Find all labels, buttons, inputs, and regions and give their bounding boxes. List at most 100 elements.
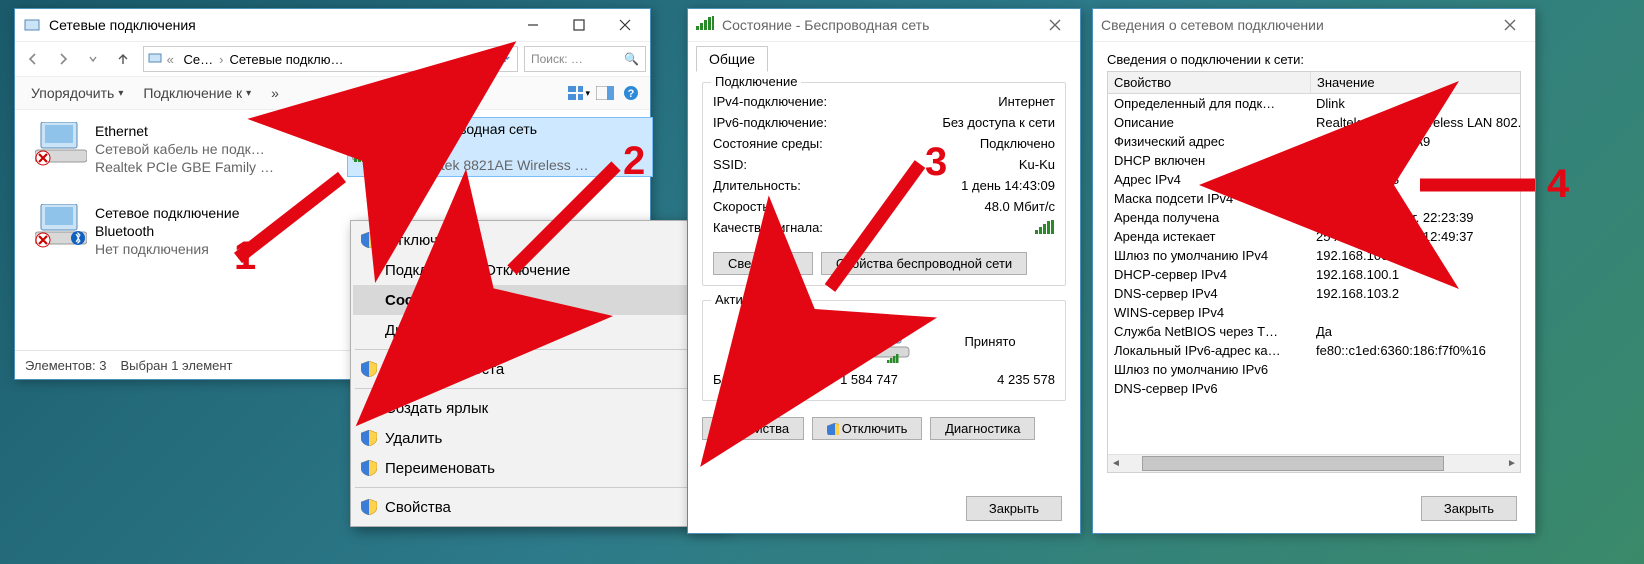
menu-create-shortcut[interactable]: Создать ярлык xyxy=(353,393,723,423)
menu-bridge[interactable]: Настройка моста xyxy=(353,354,723,384)
table-row[interactable]: ОписаниеRealtek 8821AE Wireless LAN 802.… xyxy=(1108,113,1520,132)
forward-button[interactable] xyxy=(49,45,77,73)
prop-value: Dlink xyxy=(1310,94,1520,113)
menu-diagnostics[interactable]: Диагностика xyxy=(353,315,723,345)
preview-pane-toggle[interactable] xyxy=(594,82,616,104)
menu-status[interactable]: Состояние xyxy=(353,285,723,315)
prop-key: SSID: xyxy=(713,157,747,172)
prop-key: DHCP-сервер IPv4 xyxy=(1108,265,1310,284)
prop-key: Аренда истекает xyxy=(1108,227,1310,246)
table-row[interactable]: Локальный IPv6-адрес ка…fe80::c1ed:6360:… xyxy=(1108,341,1520,360)
titlebar[interactable]: Сведения о сетевом подключении xyxy=(1093,9,1535,42)
menu-disable[interactable]: Отключить xyxy=(353,225,723,255)
overflow-menu[interactable]: » xyxy=(263,81,287,105)
disable-button[interactable]: Отключить xyxy=(812,417,923,440)
window-connection-details: Сведения о сетевом подключении Сведения … xyxy=(1092,8,1536,534)
table-row[interactable]: Маска подсети IPv4255.255.255.0 xyxy=(1108,189,1520,208)
menu-rename[interactable]: Переименовать xyxy=(353,453,723,483)
menu-properties[interactable]: Свойства xyxy=(353,492,723,522)
titlebar[interactable]: Состояние - Беспроводная сеть xyxy=(688,9,1080,42)
bluetooth-icon xyxy=(71,231,85,248)
table-row[interactable]: DNS-сервер IPv4192.168.103.2 xyxy=(1108,284,1520,303)
connection-item-bluetooth[interactable]: Сетевое подклСетевое подключение Bluetoo… xyxy=(31,202,339,260)
address-bar[interactable]: « Се… › Сетевые подклю… ˅ ⟳ xyxy=(143,46,518,72)
close-button[interactable]: Закрыть xyxy=(1421,496,1517,521)
table-row[interactable]: Шлюз по умолчанию IPv6 xyxy=(1108,360,1520,379)
scroll-left-icon[interactable]: ◄ xyxy=(1108,458,1124,469)
prop-value: Да xyxy=(1310,151,1520,170)
disconnected-x-icon xyxy=(35,232,51,248)
table-row[interactable]: DNS-сервер IPv6 xyxy=(1108,379,1520,398)
table-row[interactable]: WINS-сервер IPv4 xyxy=(1108,303,1520,322)
close-button[interactable] xyxy=(602,10,648,40)
shield-icon xyxy=(361,499,377,515)
search-box[interactable]: Поиск: … 🔍 xyxy=(524,46,646,72)
svg-text:?: ? xyxy=(628,88,635,100)
details-button[interactable]: Сведения... xyxy=(713,252,813,275)
window-icon xyxy=(23,16,41,34)
help-button[interactable]: ? xyxy=(620,82,642,104)
annotation-4: 4 xyxy=(1547,162,1569,207)
connection-item-ethernet[interactable]: Ethernet Сетевой кабель не подк… Realtek… xyxy=(31,120,339,178)
item-count: Элементов: 3 xyxy=(25,358,106,373)
recent-dropdown[interactable] xyxy=(79,45,107,73)
back-button[interactable] xyxy=(19,45,47,73)
prop-value xyxy=(1310,303,1520,322)
prop-value xyxy=(1310,360,1520,379)
prop-value: 192.168.103.2 xyxy=(1310,284,1520,303)
prop-key: Адрес IPv4 xyxy=(1108,170,1310,189)
table-row[interactable]: Адрес IPv4192.168.100.8 xyxy=(1108,170,1520,189)
chevron-down-icon: ▾ xyxy=(246,88,251,99)
crumb-1[interactable]: Се… xyxy=(177,52,219,67)
table-row[interactable]: Определенный для подк…Dlink xyxy=(1108,94,1520,113)
table-row[interactable]: DHCP-сервер IPv4192.168.100.1 xyxy=(1108,265,1520,284)
chevron-down-icon: ▾ xyxy=(585,88,590,99)
table-row[interactable]: DHCP включенДа xyxy=(1108,151,1520,170)
menu-connect-disconnect[interactable]: Подключение Отключение xyxy=(353,255,723,285)
horizontal-scrollbar[interactable]: ◄ ► xyxy=(1108,454,1520,472)
connection-item-wireless[interactable]: Беспроводная сеть Ku-Ku Realtek 8821AE W… xyxy=(347,117,653,177)
nav-row: « Се… › Сетевые подклю… ˅ ⟳ Поиск: … 🔍 xyxy=(15,42,650,77)
shield-icon xyxy=(361,460,377,476)
signal-bars-icon xyxy=(1035,220,1055,239)
table-row[interactable]: Аренда истекает25 января 2019 г. 12:49:3… xyxy=(1108,227,1520,246)
search-icon: 🔍 xyxy=(624,52,639,66)
command-bar: Упорядочить▾ Подключение к▾ » ▾ ? xyxy=(15,77,650,110)
sent-label: Отправлено xyxy=(723,334,833,349)
table-row[interactable]: Шлюз по умолчанию IPv4192.168.100.1 xyxy=(1108,246,1520,265)
chevron-right-icon: « xyxy=(163,52,177,67)
prop-key: Маска подсети IPv4 xyxy=(1108,189,1310,208)
scrollbar-thumb[interactable] xyxy=(1142,456,1444,471)
group-activity: Активность Отправлено Принято Байт: 1 58… xyxy=(702,300,1066,401)
table-row[interactable]: Аренда получена22 января 2019 г. 22:23:3… xyxy=(1108,208,1520,227)
prop-value: 192.168.100.8 xyxy=(1310,170,1520,189)
close-button[interactable]: Закрыть xyxy=(966,496,1062,521)
table-row[interactable]: Служба NetBIOS через T…Да xyxy=(1108,322,1520,341)
properties-button[interactable]: Свойства xyxy=(702,417,804,440)
close-button[interactable] xyxy=(1032,10,1078,40)
titlebar[interactable]: Сетевые подключения xyxy=(15,9,650,42)
connect-to-menu[interactable]: Подключение к▾ xyxy=(135,81,259,105)
minimize-button[interactable] xyxy=(510,10,556,40)
item-name: Беспроводная сеть xyxy=(412,120,589,138)
maximize-button[interactable] xyxy=(556,10,602,40)
refresh-icon[interactable]: ⟳ xyxy=(499,51,510,67)
table-row[interactable]: Физический адрес60-14-B3-A9-B7-A9 xyxy=(1108,132,1520,151)
crumb-2[interactable]: Сетевые подклю… xyxy=(223,52,349,67)
chevron-down-icon[interactable]: ˅ xyxy=(488,52,496,67)
prop-key: DHCP включен xyxy=(1108,151,1310,170)
col-property[interactable]: Свойство xyxy=(1108,72,1311,93)
menu-delete[interactable]: Удалить xyxy=(353,423,723,453)
close-button[interactable] xyxy=(1487,10,1533,40)
scroll-right-icon[interactable]: ► xyxy=(1504,458,1520,469)
wireless-properties-button[interactable]: Свойства беспроводной сети xyxy=(821,252,1027,275)
view-dropdown[interactable]: ▾ xyxy=(568,82,590,104)
diagnostics-button[interactable]: Диагностика xyxy=(930,417,1035,440)
signal-bars-icon xyxy=(354,148,372,162)
organize-menu[interactable]: Упорядочить▾ xyxy=(23,81,131,105)
window-title: Состояние - Беспроводная сеть xyxy=(722,17,1032,33)
window-title: Сетевые подключения xyxy=(49,17,510,33)
tab-general[interactable]: Общие xyxy=(696,46,768,72)
up-button[interactable] xyxy=(109,45,137,73)
col-value[interactable]: Значение xyxy=(1311,72,1520,93)
